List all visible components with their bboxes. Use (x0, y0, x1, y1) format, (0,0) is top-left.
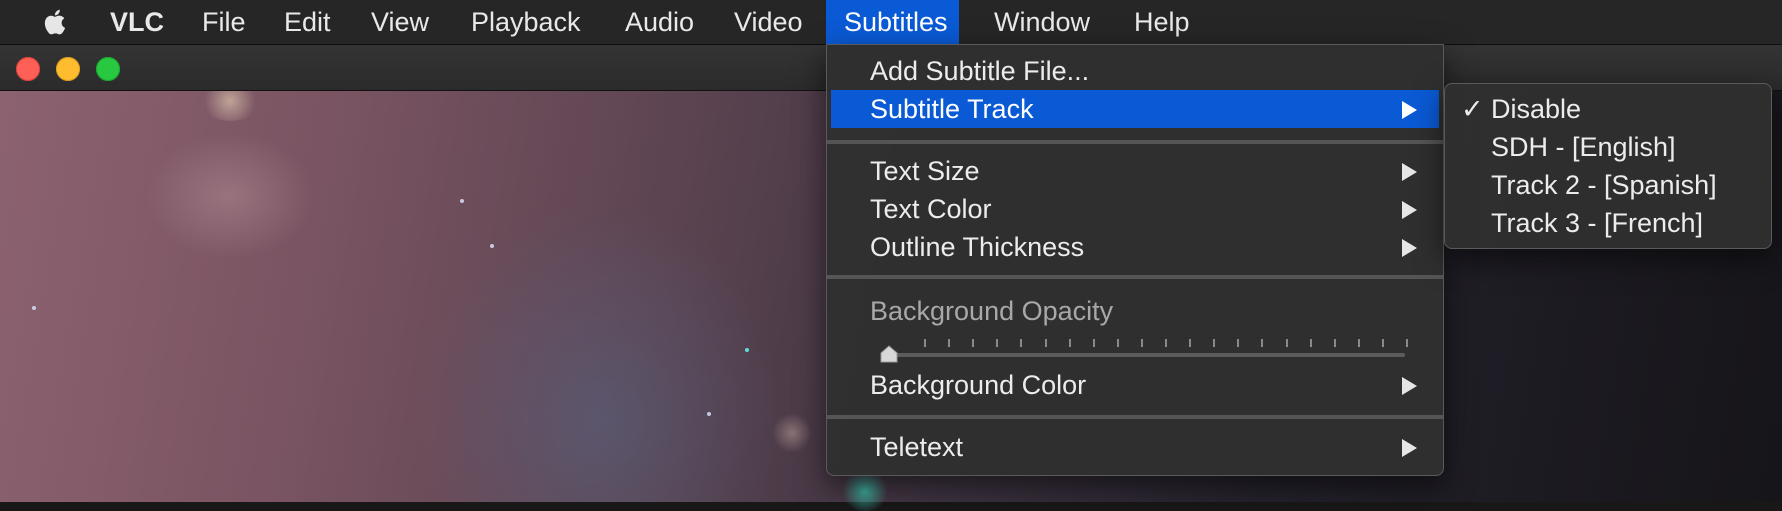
text-color-item[interactable]: Text Color (831, 190, 1439, 228)
checkmark-icon: ✓ (1461, 94, 1484, 124)
background-color-label: Background Color (870, 370, 1087, 400)
text-size-item[interactable]: Text Size (831, 152, 1439, 190)
slider-tick (1044, 339, 1047, 347)
close-window-button[interactable] (16, 57, 40, 81)
subtitle-track-label: Subtitle Track (870, 94, 1034, 124)
menu-help[interactable]: Help (1116, 0, 1208, 44)
outline-thickness-label: Outline Thickness (870, 232, 1085, 262)
background-opacity-slider-track[interactable] (889, 353, 1405, 357)
slider-tick (1140, 339, 1143, 347)
slider-knob-icon[interactable] (880, 345, 898, 363)
subtitles-menu: Add Subtitle File... Subtitle Track Text… (826, 44, 1444, 476)
track-disable-label: Disable (1491, 94, 1582, 124)
slider-tick (1406, 339, 1408, 347)
slider-tick (1309, 339, 1312, 347)
track-english-item[interactable]: SDH - [English] (1449, 128, 1767, 166)
slider-tick (1092, 339, 1095, 347)
slider-tick (1357, 339, 1360, 347)
text-size-label: Text Size (870, 156, 980, 186)
zoom-window-button[interactable] (96, 57, 120, 81)
slider-tick (996, 339, 999, 347)
menu-file[interactable]: File (184, 0, 264, 44)
menu-vlc[interactable]: VLC (92, 0, 182, 44)
slider-tick (1381, 339, 1384, 347)
slider-tick (1189, 339, 1192, 347)
menu-edit[interactable]: Edit (266, 0, 349, 44)
slider-tick (1213, 339, 1216, 347)
slider-tick (972, 339, 975, 347)
star (460, 199, 464, 203)
menu-separator (827, 275, 1443, 279)
minimize-window-button[interactable] (56, 57, 80, 81)
teletext-label: Teletext (870, 432, 964, 462)
slider-tick (1068, 339, 1071, 347)
slider-tick (924, 339, 926, 347)
outline-thickness-item[interactable]: Outline Thickness (831, 228, 1439, 266)
submenu-arrow-icon (1402, 163, 1417, 181)
background-opacity-label: Background Opacity (870, 296, 1114, 326)
lens-flare (772, 413, 812, 453)
lens-flare (840, 471, 890, 511)
track-french-item[interactable]: Track 3 - [French] (1449, 204, 1767, 242)
submenu-arrow-icon (1402, 377, 1417, 395)
menu-playback[interactable]: Playback (453, 0, 599, 44)
subtitle-track-submenu: ✓ Disable SDH - [English] Track 2 - [Spa… (1444, 83, 1772, 249)
apple-icon[interactable] (42, 7, 70, 37)
submenu-arrow-icon (1402, 101, 1417, 119)
slider-tick (1237, 339, 1240, 347)
add-subtitle-file-item[interactable]: Add Subtitle File... (831, 52, 1439, 90)
slider-tick (1165, 339, 1167, 347)
submenu-arrow-icon (1402, 201, 1417, 219)
menu-separator (827, 415, 1443, 419)
track-spanish-item[interactable]: Track 2 - [Spanish] (1449, 166, 1767, 204)
background-color-item[interactable]: Background Color (831, 366, 1439, 404)
star (707, 412, 711, 416)
slider-tick (948, 339, 951, 347)
menu-view[interactable]: View (353, 0, 447, 44)
submenu-arrow-icon (1402, 239, 1417, 257)
track-disable-item[interactable]: ✓ Disable (1449, 90, 1767, 128)
menu-subtitles[interactable]: Subtitles (826, 0, 959, 44)
menu-separator (827, 140, 1443, 144)
teletext-item[interactable]: Teletext (831, 428, 1439, 466)
star (490, 244, 494, 248)
slider-tick (1261, 339, 1264, 347)
text-color-label: Text Color (870, 194, 992, 224)
subtitle-track-item[interactable]: Subtitle Track (831, 90, 1439, 128)
slider-tick (1285, 339, 1288, 347)
menu-window[interactable]: Window (976, 0, 1108, 44)
submenu-arrow-icon (1402, 439, 1417, 457)
slider-tick (1116, 339, 1119, 347)
star (32, 306, 36, 310)
slider-tick (1020, 339, 1023, 347)
menu-audio[interactable]: Audio (607, 0, 712, 44)
menu-bar: VLC File Edit View Playback Audio Video … (0, 0, 1782, 45)
menu-video[interactable]: Video (716, 0, 821, 44)
slider-tick (1333, 339, 1336, 347)
star (745, 348, 749, 352)
